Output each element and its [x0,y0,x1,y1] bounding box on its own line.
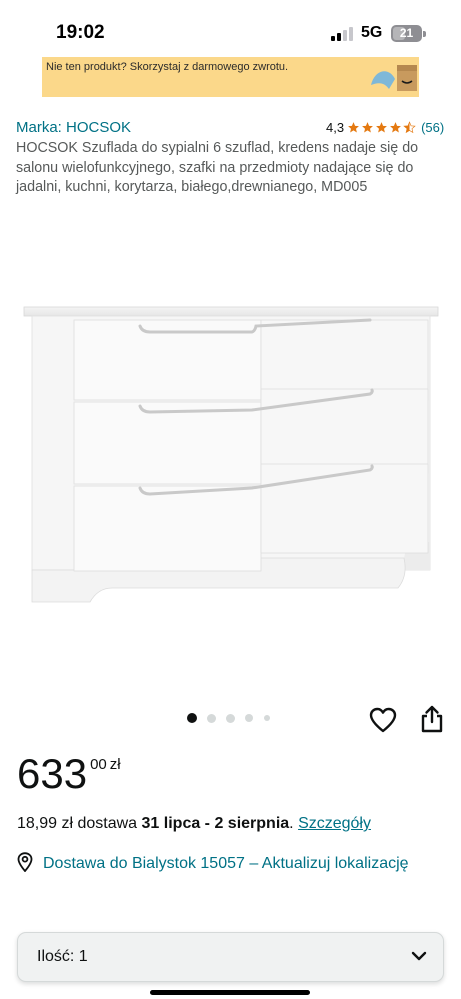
rating-count: (56) [421,119,445,135]
home-indicator [150,990,310,995]
quantity-select[interactable]: Ilość: 1 [17,932,444,982]
location-link[interactable]: Dostawa do Bialystok 15057 – Aktualizuj … [43,852,433,875]
star-icon [348,121,359,132]
battery-icon: 21 [391,25,422,42]
price: 633 00 zł [17,753,121,801]
price-whole: 633 [17,750,88,797]
rating[interactable]: 4,3 (56) [326,118,444,136]
delivery-info: 18,99 zł dostawa 31 lipca - 2 sierpnia. … [17,815,371,833]
location-pin-icon [17,852,33,872]
delivery-dates: 31 lipca - 2 sierpnia [141,815,290,832]
star-icon [362,121,373,132]
price-fraction: 00 [90,756,107,773]
return-box-icon [371,65,417,91]
banner-text: Nie ten produkt? Skorzystaj z darmowego … [46,61,289,73]
quantity-label: Ilość: 1 [37,948,88,965]
rating-stars [347,120,417,134]
chevron-down-icon [411,951,427,961]
star-half-icon [403,120,416,133]
carousel-dot[interactable] [187,713,197,723]
product-image[interactable] [20,296,441,616]
carousel-dot[interactable] [264,715,270,721]
delivery-suffix: . [289,815,294,832]
battery-level: 21 [399,26,414,40]
heart-icon[interactable] [369,707,397,733]
brand-link[interactable]: Marka: HOCSOK [16,119,131,136]
star-icon [390,121,401,132]
return-banner[interactable]: Nie ten produkt? Skorzystaj z darmowego … [42,57,419,97]
share-icon[interactable] [420,705,444,733]
status-time: 19:02 [56,22,105,43]
carousel-dot[interactable] [245,714,253,722]
signal-icon [331,27,355,41]
delivery-cost: 18,99 zł dostawa [17,815,138,832]
price-currency: zł [109,756,121,773]
star-icon [376,121,387,132]
rating-value: 4,3 [326,119,345,135]
network-type: 5G [361,24,383,41]
delivery-details-link[interactable]: Szczegóły [298,815,371,832]
carousel-dot[interactable] [226,714,235,723]
carousel-dot[interactable] [207,714,216,723]
product-title: HOCSOK Szuflada do sypialni 6 szuflad, k… [16,140,419,195]
quantity-value: 1 [78,948,88,965]
status-bar: 19:02 5G 21 [0,0,461,64]
